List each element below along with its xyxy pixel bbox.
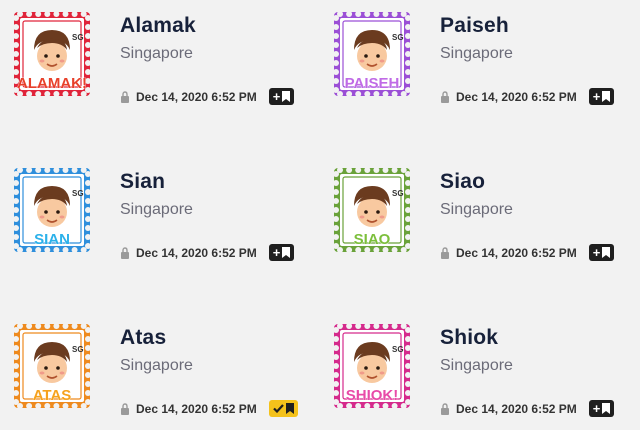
sticker-grid: SG ALAMAK! Alamak Singapore Dec 14, 2020 6… [0, 0, 640, 430]
sticker-meta: Dec 14, 2020 6:52 PM + [440, 400, 615, 417]
sticker-stamp-image[interactable]: SG SIAN [12, 166, 92, 254]
plus-icon: + [272, 245, 281, 260]
sticker-title[interactable]: Sian [120, 170, 165, 194]
sticker-card-shiok[interactable]: SG SHIOK! Shiok Singapore Dec 14, 2020 6:5… [328, 320, 638, 430]
lock-icon [440, 246, 450, 259]
sticker-collection: Singapore [120, 45, 193, 62]
lock-icon [120, 402, 130, 415]
sticker-title[interactable]: Shiok [440, 326, 498, 350]
sticker-title[interactable]: Siao [440, 170, 485, 194]
svg-text:SG: SG [72, 189, 84, 198]
add-bookmark-button[interactable]: + [588, 400, 615, 417]
lock-icon [440, 90, 450, 103]
sticker-collection: Singapore [440, 45, 513, 62]
sticker-title[interactable]: Atas [120, 326, 166, 350]
sticker-date: Dec 14, 2020 6:52 PM [456, 245, 577, 260]
plus-icon: + [592, 89, 601, 104]
sticker-meta: Dec 14, 2020 6:52 PM + [440, 88, 615, 105]
svg-text:PAISEH: PAISEH [345, 75, 400, 92]
sticker-date: Dec 14, 2020 6:52 PM [136, 401, 257, 416]
sticker-card-atas[interactable]: SG ATAS Atas Singapore Dec 14, 2020 6:52 P… [8, 320, 318, 430]
lock-icon [440, 402, 450, 415]
sticker-stamp-image[interactable]: SG ATAS [12, 322, 92, 410]
svg-text:SG: SG [392, 345, 404, 354]
svg-text:SG: SG [392, 189, 404, 198]
sticker-stamp-image[interactable]: SG PAISEH [332, 10, 412, 98]
svg-text:SG: SG [72, 345, 84, 354]
sticker-collection: Singapore [440, 201, 513, 218]
saved-bookmark-button[interactable] [268, 400, 298, 417]
svg-text:ATAS: ATAS [33, 387, 72, 404]
sticker-collection: Singapore [440, 357, 513, 374]
add-bookmark-button[interactable]: + [268, 88, 295, 105]
plus-icon: + [592, 401, 601, 416]
check-icon [272, 404, 284, 413]
plus-icon: + [592, 245, 601, 260]
sticker-card-sian[interactable]: SG SIAN Sian Singapore Dec 14, 2020 6:52 P… [8, 164, 318, 274]
sticker-title[interactable]: Paiseh [440, 14, 509, 38]
sticker-meta: Dec 14, 2020 6:52 PM + [120, 244, 295, 261]
plus-icon: + [272, 89, 281, 104]
sticker-date: Dec 14, 2020 6:52 PM [456, 89, 577, 104]
bookmark-icon [602, 403, 611, 414]
bookmark-icon [282, 91, 291, 102]
sticker-card-siao[interactable]: SG SIAO Siao Singapore Dec 14, 2020 6:52 P… [328, 164, 638, 274]
sticker-stamp-image[interactable]: SG ALAMAK! [12, 10, 92, 98]
sticker-date: Dec 14, 2020 6:52 PM [136, 89, 257, 104]
sticker-card-alamak[interactable]: SG ALAMAK! Alamak Singapore Dec 14, 2020 6… [8, 8, 318, 118]
sticker-collection: Singapore [120, 357, 193, 374]
svg-text:SIAO: SIAO [354, 231, 391, 248]
sticker-stamp-image[interactable]: SG SHIOK! [332, 322, 412, 410]
svg-text:SG: SG [392, 33, 404, 42]
sticker-title[interactable]: Alamak [120, 14, 196, 38]
svg-text:SG: SG [72, 33, 84, 42]
svg-text:SHIOK!: SHIOK! [346, 387, 399, 404]
lock-icon [120, 246, 130, 259]
add-bookmark-button[interactable]: + [268, 244, 295, 261]
add-bookmark-button[interactable]: + [588, 88, 615, 105]
sticker-card-paiseh[interactable]: SG PAISEH Paiseh Singapore Dec 14, 2020 6:… [328, 8, 638, 118]
sticker-meta: Dec 14, 2020 6:52 PM + [440, 244, 615, 261]
bookmark-icon [602, 247, 611, 258]
sticker-stamp-image[interactable]: SG SIAO [332, 166, 412, 254]
sticker-date: Dec 14, 2020 6:52 PM [136, 245, 257, 260]
sticker-collection: Singapore [120, 201, 193, 218]
sticker-meta: Dec 14, 2020 6:52 PM [120, 400, 298, 417]
svg-text:ALAMAK!: ALAMAK! [17, 75, 87, 92]
add-bookmark-button[interactable]: + [588, 244, 615, 261]
bookmark-icon [602, 91, 611, 102]
bookmark-icon [282, 247, 291, 258]
sticker-date: Dec 14, 2020 6:52 PM [456, 401, 577, 416]
lock-icon [120, 90, 130, 103]
bookmark-icon [285, 403, 294, 414]
svg-text:SIAN: SIAN [34, 231, 70, 248]
sticker-meta: Dec 14, 2020 6:52 PM + [120, 88, 295, 105]
